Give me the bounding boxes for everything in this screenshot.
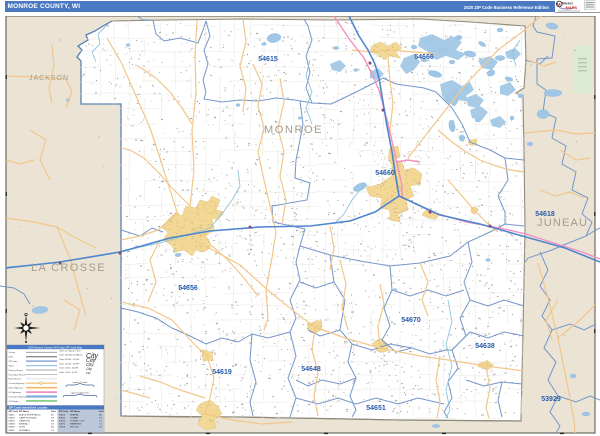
svg-text:54648: 54648 xyxy=(9,427,16,429)
svg-text:Grid: Grid xyxy=(51,411,56,413)
svg-text:54619: 54619 xyxy=(212,369,232,376)
svg-text:NORWALK: NORWALK xyxy=(19,429,30,432)
svg-text:Grid: Grid xyxy=(99,411,104,413)
svg-text:approx 7.5 miles: approx 7.5 miles xyxy=(73,382,88,384)
svg-text:54638: 54638 xyxy=(9,424,16,426)
svg-text:TUNNEL CITY: TUNNEL CITY xyxy=(70,421,85,423)
svg-text:Minor Streets: Minor Streets xyxy=(9,378,21,381)
svg-text:M: M xyxy=(557,2,561,7)
svg-text:TOMAH: TOMAH xyxy=(70,416,78,419)
svg-text:54670: 54670 xyxy=(401,317,421,324)
svg-text:CASHTON: CASHTON xyxy=(19,420,30,423)
svg-text:State: State xyxy=(9,356,15,359)
svg-text:2020 Monroe County, WI 5 Digit: 2020 Monroe County, WI 5 Digit ZIP Code … xyxy=(28,345,83,349)
svg-text:54648: 54648 xyxy=(301,366,321,373)
svg-text:City: City xyxy=(86,371,91,375)
svg-text:ZIP Code Index/Grid Locator: ZIP Code Index/Grid Locator xyxy=(9,406,49,410)
svg-text:53929: 53929 xyxy=(59,427,66,429)
svg-text:MONROE: MONROE xyxy=(264,124,323,136)
svg-text:54670: 54670 xyxy=(59,424,66,426)
svg-text:54660: 54660 xyxy=(375,170,395,177)
svg-text:Cities 25,000 - 49,999: Cities 25,000 - 49,999 xyxy=(59,362,80,365)
svg-text:54656: 54656 xyxy=(59,414,66,416)
svg-text:approx 12 kilometers: approx 12 kilometers xyxy=(71,392,90,395)
svg-text:Cities 5,000 - 24,999: Cities 5,000 - 24,999 xyxy=(59,367,79,370)
svg-text:53929: 53929 xyxy=(541,396,561,403)
svg-text:ZIP Code: ZIP Code xyxy=(9,361,19,363)
svg-text:Cities 100,000 and Above: Cities 100,000 and Above xyxy=(59,354,84,357)
svg-text:Cities 50,000 - 99,999: Cities 50,000 - 99,999 xyxy=(59,358,80,361)
svg-text:WILTON: WILTON xyxy=(70,427,79,429)
svg-text:Toll Roads: Toll Roads xyxy=(9,401,19,403)
svg-text:54656: 54656 xyxy=(178,285,198,292)
svg-text:Cities are Typed in Size: Cities are Typed in Size xyxy=(59,350,82,353)
svg-text:MAPS: MAPS xyxy=(566,5,578,10)
svg-text:ZIP Name: ZIP Name xyxy=(19,411,30,413)
svg-text:54666: 54666 xyxy=(414,54,434,61)
svg-text:CAMP DOUGLAS: CAMP DOUGLAS xyxy=(19,416,37,419)
svg-text:Interstate Highways: Interstate Highways xyxy=(9,395,27,398)
svg-text:County Highways: County Highways xyxy=(9,382,25,385)
svg-text:ZIP Name: ZIP Name xyxy=(70,411,81,413)
svg-text:County: County xyxy=(9,351,17,354)
svg-text:54666: 54666 xyxy=(59,421,66,423)
svg-text:54615: 54615 xyxy=(258,56,278,63)
svg-text:54619: 54619 xyxy=(9,421,16,423)
svg-text:KENDALL: KENDALL xyxy=(19,423,30,426)
svg-text:ZIP Code: ZIP Code xyxy=(9,411,19,413)
svg-text:54651: 54651 xyxy=(9,430,16,432)
svg-text:State Highways: State Highways xyxy=(9,387,23,390)
svg-text:54638: 54638 xyxy=(475,343,495,350)
svg-text:JUNEAU: JUNEAU xyxy=(537,217,588,229)
svg-text:SPARTA: SPARTA xyxy=(70,413,79,416)
svg-text:LEON: LEON xyxy=(19,427,25,429)
svg-text:Primary Streets: Primary Streets xyxy=(9,369,23,372)
svg-text:54615: 54615 xyxy=(9,414,16,416)
svg-text:Water: Water xyxy=(9,365,15,368)
svg-text:54660: 54660 xyxy=(59,417,66,419)
svg-text:LA CROSSE: LA CROSSE xyxy=(31,262,106,274)
svg-text:Secondary Streets: Secondary Streets xyxy=(9,373,26,376)
svg-text:BLACK RIVER FALLS: BLACK RIVER FALLS xyxy=(19,413,41,416)
svg-text:ZIP Code: ZIP Code xyxy=(59,411,69,413)
svg-text:US Highways: US Highways xyxy=(9,392,21,394)
svg-text:54618: 54618 xyxy=(535,211,555,218)
svg-text:54618: 54618 xyxy=(9,417,16,419)
svg-text:WARRENS: WARRENS xyxy=(70,423,82,426)
svg-text:54651: 54651 xyxy=(366,405,386,412)
svg-text:City: City xyxy=(86,367,92,371)
svg-text:JACKSON: JACKSON xyxy=(29,75,69,82)
svg-text:Cities 1,000 - 4,999: Cities 1,000 - 4,999 xyxy=(59,371,78,374)
